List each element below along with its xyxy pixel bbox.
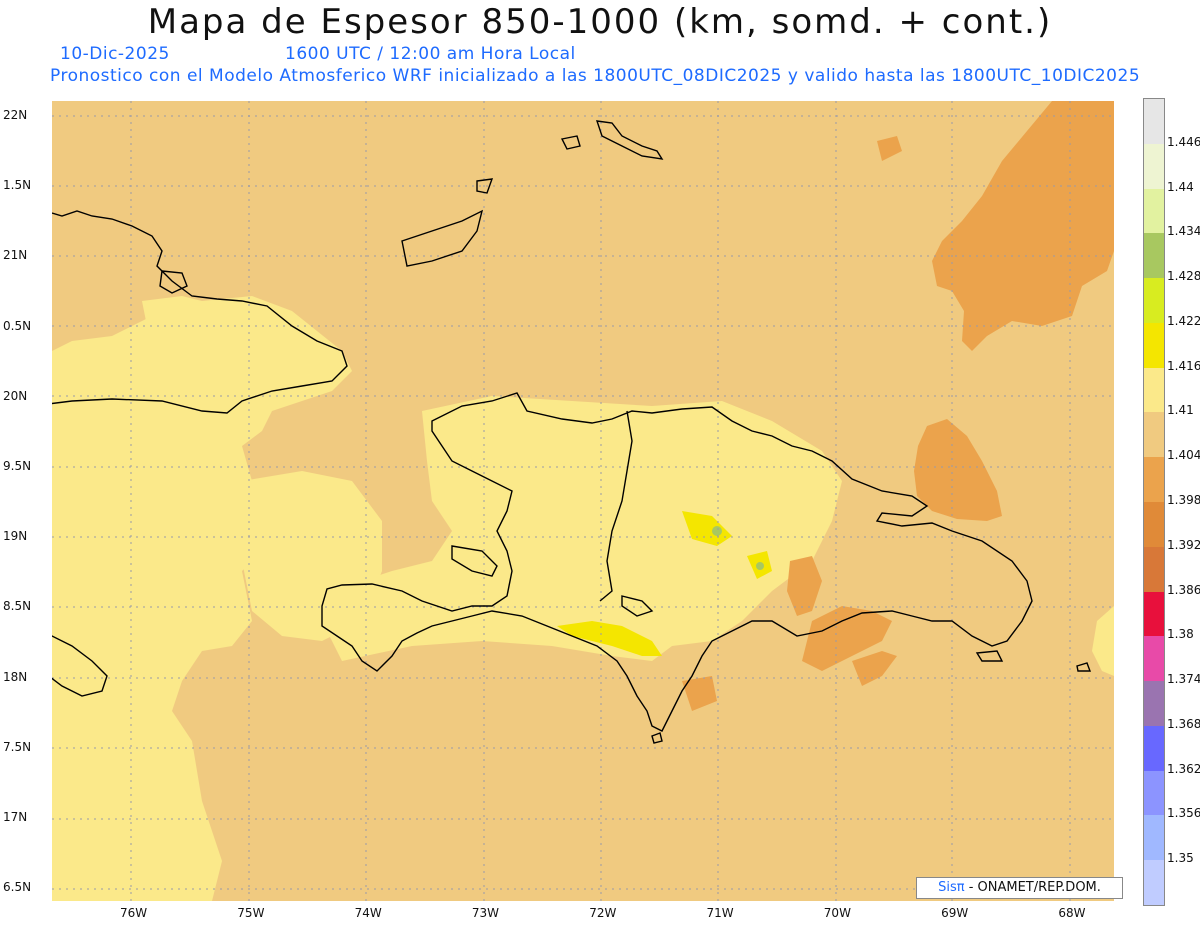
lat-label: 18N xyxy=(3,669,28,684)
colorbar-label: 1.428 xyxy=(1167,269,1200,284)
lon-label: 70W xyxy=(823,906,851,920)
colorbar-segment xyxy=(1144,815,1164,861)
colorbar-label: 1.44 xyxy=(1167,179,1194,194)
colorbar-segment xyxy=(1144,188,1164,234)
lat-label: 19N xyxy=(3,529,28,544)
colorbar-label: 1.362 xyxy=(1167,761,1200,776)
colorbar-segment xyxy=(1144,770,1164,816)
credit-box: Sisπ - ONAMET/REP.DOM. xyxy=(916,877,1123,899)
lat-label: 20N xyxy=(3,388,28,403)
colorbar-segment xyxy=(1144,278,1164,324)
thickness-map xyxy=(52,101,1114,901)
colorbar-segment xyxy=(1144,636,1164,682)
colorbar-label: 1.434 xyxy=(1167,224,1200,239)
colorbar-label: 1.404 xyxy=(1167,448,1200,463)
colorbar-label: 1.41 xyxy=(1167,403,1194,418)
lat-label: 17N xyxy=(3,810,28,824)
colorbar-label: 1.446 xyxy=(1167,134,1200,149)
colorbar-label: 1.38 xyxy=(1167,627,1194,642)
bright-spot-5 xyxy=(756,562,764,570)
colorbar-segment xyxy=(1144,322,1164,369)
lat-label: 1.5N xyxy=(3,178,32,193)
colorbar-label: 1.374 xyxy=(1167,672,1200,687)
colorbar-label: 1.35 xyxy=(1167,851,1194,866)
credit-brand: Sisπ xyxy=(938,880,965,895)
lat-label: 22N xyxy=(3,108,28,122)
lon-label: 72W xyxy=(589,906,617,920)
colorbar-segment xyxy=(1144,457,1164,503)
colorbar-label: 1.392 xyxy=(1167,537,1200,552)
colorbar-segment xyxy=(1144,860,1164,906)
colorbar-label: 1.398 xyxy=(1167,493,1200,507)
colorbar-segment xyxy=(1144,502,1164,548)
colorbar-segment xyxy=(1144,412,1164,458)
lon-label: 76W xyxy=(120,906,148,920)
lat-label: 21N xyxy=(3,248,28,263)
colorbar-segment xyxy=(1144,725,1164,772)
forecast-time: 1600 UTC / 12:00 am Hora Local xyxy=(285,44,576,64)
lon-label: 69W xyxy=(941,906,969,920)
colorbar-segment xyxy=(1144,233,1164,279)
colorbar-segment xyxy=(1144,546,1164,593)
lon-label: 71W xyxy=(706,906,734,920)
colorbar-segment xyxy=(1144,591,1164,637)
colorbar-label: 1.422 xyxy=(1167,313,1200,328)
forecast-date: 10-Dic-2025 xyxy=(60,44,170,64)
lat-label: 8.5N xyxy=(3,599,32,614)
model-note: Pronostico con el Modelo Atmosferico WRF… xyxy=(50,66,1141,86)
lon-label: 74W xyxy=(354,906,382,920)
lat-label: 9.5N xyxy=(3,459,32,473)
lat-label: 0.5N xyxy=(3,318,32,333)
map-title: Mapa de Espesor 850-1000 (km, somd. + co… xyxy=(147,2,1053,42)
map-canvas xyxy=(52,101,1114,901)
colorbar-label: 1.416 xyxy=(1167,358,1200,373)
lon-label: 73W xyxy=(471,906,500,920)
colorbar-label: 1.356 xyxy=(1167,806,1200,821)
colorbar-segment xyxy=(1144,99,1164,145)
colorbar xyxy=(1143,98,1165,906)
lon-label: 75W xyxy=(237,906,265,920)
lat-label: 6.5N xyxy=(3,880,32,895)
colorbar-segment xyxy=(1144,367,1164,413)
colorbar-label: 1.368 xyxy=(1167,716,1200,731)
colorbar-segment xyxy=(1144,681,1164,727)
colorbar-label: 1.386 xyxy=(1167,582,1200,597)
colorbar-segment xyxy=(1144,143,1164,190)
credit-text: - ONAMET/REP.DOM. xyxy=(968,880,1101,895)
lon-label: 68W xyxy=(1058,906,1086,920)
lat-label: 7.5N xyxy=(3,739,32,754)
bright-spot-4 xyxy=(712,526,722,536)
